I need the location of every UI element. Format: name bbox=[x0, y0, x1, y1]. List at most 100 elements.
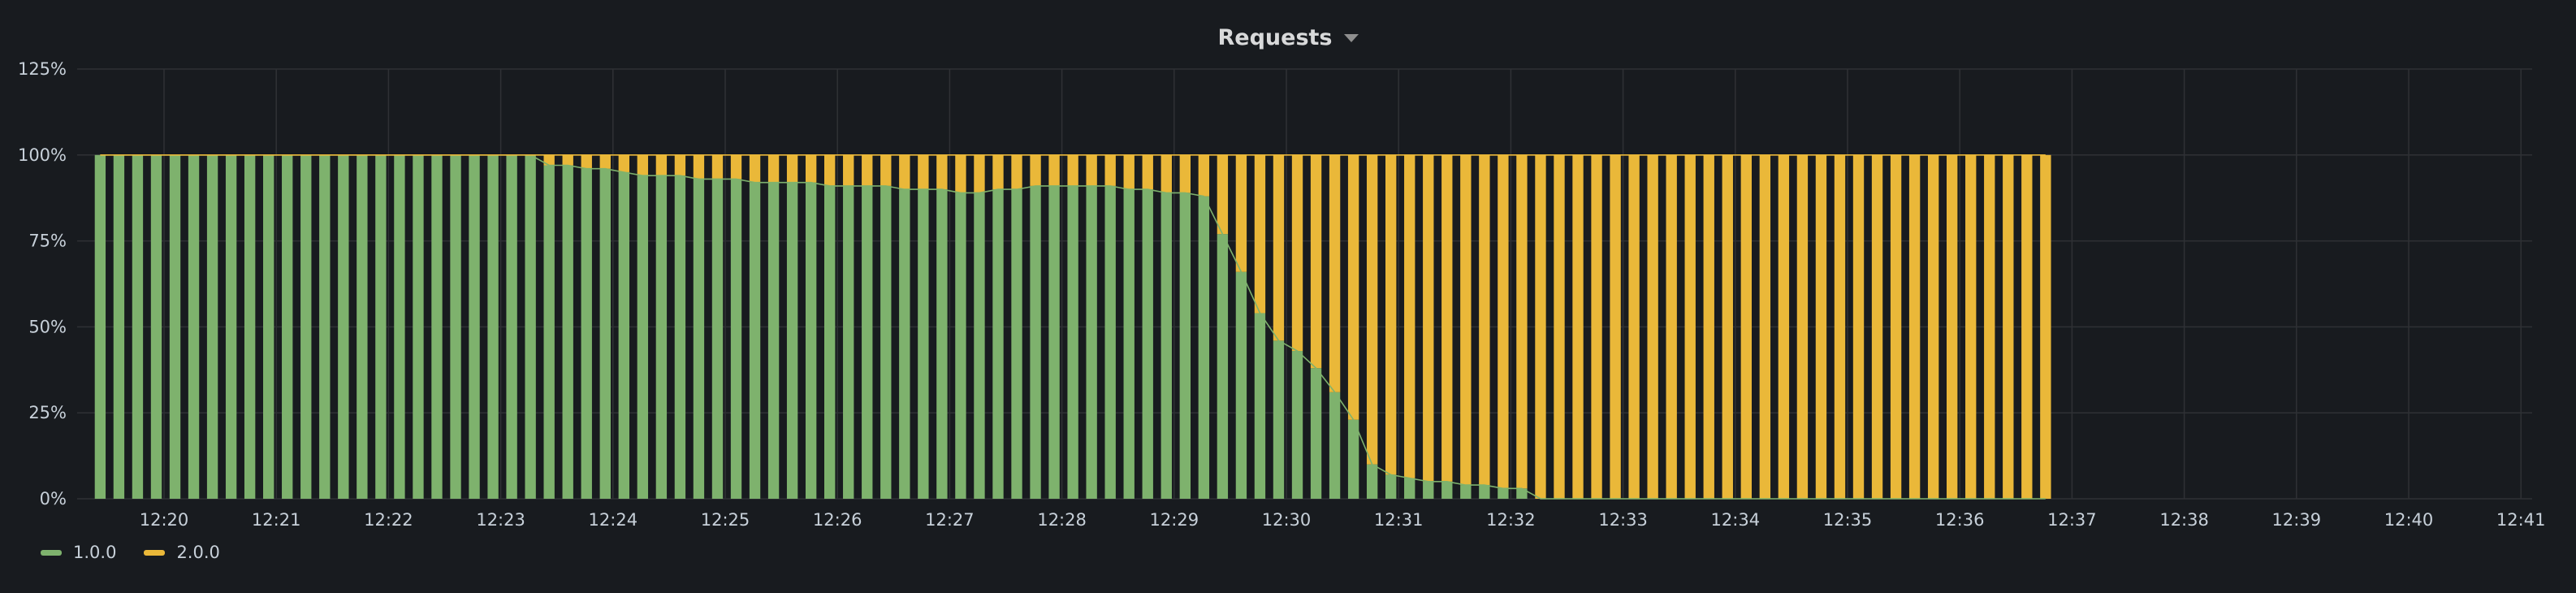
bar-series-1 bbox=[1441, 481, 1453, 499]
bar-series-1 bbox=[450, 154, 461, 500]
bar-series-1 bbox=[413, 154, 424, 500]
bar-series-2 bbox=[1852, 154, 1865, 500]
bar-series-2 bbox=[1441, 154, 1453, 482]
bar-series-1 bbox=[394, 154, 405, 500]
bar-series-1 bbox=[1048, 185, 1060, 499]
bar-series-1 bbox=[1404, 478, 1416, 499]
bar-series-1 bbox=[618, 171, 629, 499]
bar-series-2 bbox=[955, 154, 966, 193]
bar-series-2 bbox=[1160, 154, 1172, 193]
bar-series-2 bbox=[2021, 154, 2033, 500]
bar-series-2 bbox=[918, 154, 929, 190]
bar-series-1 bbox=[767, 182, 780, 499]
legend-item-2[interactable]: 2.0.0 bbox=[144, 543, 220, 562]
bar-series-1 bbox=[469, 154, 480, 500]
bar-series-2 bbox=[1947, 154, 1958, 500]
x-tick-label: 12:30 bbox=[1262, 510, 1312, 530]
bar-series-1 bbox=[1254, 313, 1266, 499]
requests-chart: 0% 25% 50% 75% 100% 125% 12:20 12:21 12:22 12:23 1… bbox=[18, 59, 2546, 530]
bar-series-2 bbox=[2040, 154, 2051, 500]
bar-series-1 bbox=[880, 185, 892, 499]
x-tick-label: 12:32 bbox=[1486, 510, 1536, 530]
bar-series-1 bbox=[711, 179, 724, 499]
bar-series-1 bbox=[94, 154, 106, 500]
bar-series-1 bbox=[282, 154, 293, 500]
bar-series-1 bbox=[786, 182, 798, 499]
x-tick-label: 12:35 bbox=[1823, 510, 1873, 530]
legend-label-1[interactable]: 1.0.0 bbox=[73, 543, 116, 562]
bar-series-1 bbox=[637, 175, 649, 499]
bar-series-2 bbox=[1460, 154, 1472, 486]
bar-series-1 bbox=[375, 154, 387, 500]
x-tick-label: 12:27 bbox=[925, 510, 975, 530]
bar-series-1 bbox=[113, 154, 125, 500]
bar-series-2 bbox=[1366, 154, 1378, 465]
bar-series-2 bbox=[1759, 154, 1771, 500]
bar-series-1 bbox=[1235, 271, 1247, 499]
bar-series-1 bbox=[150, 154, 162, 500]
bar-series-2 bbox=[1610, 154, 1621, 500]
x-tick-label: 12:34 bbox=[1711, 510, 1761, 530]
bar-series-2 bbox=[1179, 154, 1191, 193]
bar-series-2 bbox=[1591, 154, 1602, 500]
bar-series-1 bbox=[899, 189, 910, 499]
bar-series-2 bbox=[637, 154, 649, 176]
bar-series-1 bbox=[843, 185, 854, 499]
legend: 1.0.0 2.0.0 bbox=[41, 543, 220, 562]
bar-series-2 bbox=[767, 154, 780, 183]
bar-series-1 bbox=[543, 165, 555, 499]
x-tick-label: 12:41 bbox=[2496, 510, 2546, 530]
bar-series-2 bbox=[936, 154, 948, 190]
bar-series-2 bbox=[1217, 154, 1229, 235]
y-tick-label: 0% bbox=[40, 489, 67, 509]
bar-series-1 bbox=[1291, 351, 1303, 499]
bar-series-1 bbox=[1030, 185, 1041, 499]
bar-series-2 bbox=[1965, 154, 1977, 500]
bar-series-2 bbox=[1554, 154, 1565, 500]
bar-series-1 bbox=[1479, 485, 1490, 499]
x-tick-label: 12:26 bbox=[813, 510, 862, 530]
bar-series-1 bbox=[338, 154, 349, 500]
legend-swatch-2 bbox=[144, 549, 166, 556]
bar-series-1 bbox=[525, 154, 536, 500]
bar-series-2 bbox=[786, 154, 798, 183]
bar-series-2 bbox=[1198, 154, 1210, 197]
x-tick-label: 12:21 bbox=[252, 510, 301, 530]
legend-item-1[interactable]: 1.0.0 bbox=[41, 543, 116, 562]
y-tick-label: 75% bbox=[28, 232, 67, 251]
bar-series-2 bbox=[1908, 154, 1921, 500]
bar-series-2 bbox=[1291, 154, 1303, 352]
bar-series-1 bbox=[1067, 185, 1078, 499]
bar-series-2 bbox=[1871, 154, 1883, 500]
bar-series-1 bbox=[693, 179, 705, 499]
bar-series-1 bbox=[674, 175, 686, 499]
bar-series-1 bbox=[1273, 340, 1285, 499]
bar-series-2 bbox=[1778, 154, 1790, 500]
bar-series-1 bbox=[562, 165, 573, 499]
bar-series-1 bbox=[132, 154, 144, 500]
bar-series-1 bbox=[1198, 196, 1210, 500]
bar-series-2 bbox=[1273, 154, 1285, 341]
x-tick-label: 12:24 bbox=[589, 510, 638, 530]
x-tick-label: 12:23 bbox=[476, 510, 525, 530]
bar-series-2 bbox=[581, 154, 592, 169]
x-tick-label: 12:20 bbox=[140, 510, 189, 530]
bar-series-1 bbox=[1366, 464, 1378, 499]
x-tick-label: 12:22 bbox=[364, 510, 413, 530]
bar-series-1 bbox=[955, 193, 966, 500]
bar-series-2 bbox=[1142, 154, 1153, 190]
legend-label-2[interactable]: 2.0.0 bbox=[176, 543, 219, 562]
bar-series-2 bbox=[749, 154, 761, 183]
y-tick-label: 50% bbox=[28, 317, 67, 336]
x-tick-label: 12:33 bbox=[1598, 510, 1648, 530]
bar-series-2 bbox=[1347, 154, 1359, 420]
bar-series-1 bbox=[918, 189, 929, 499]
bar-series-2 bbox=[1086, 154, 1097, 186]
bar-series-2 bbox=[1310, 154, 1322, 369]
bar-series-1 bbox=[1498, 488, 1509, 499]
bar-series-1 bbox=[1347, 419, 1359, 499]
bar-series-2 bbox=[1516, 154, 1528, 489]
bar-series-1 bbox=[1160, 193, 1172, 500]
bar-series-1 bbox=[1104, 185, 1116, 499]
bar-series-2 bbox=[693, 154, 705, 180]
